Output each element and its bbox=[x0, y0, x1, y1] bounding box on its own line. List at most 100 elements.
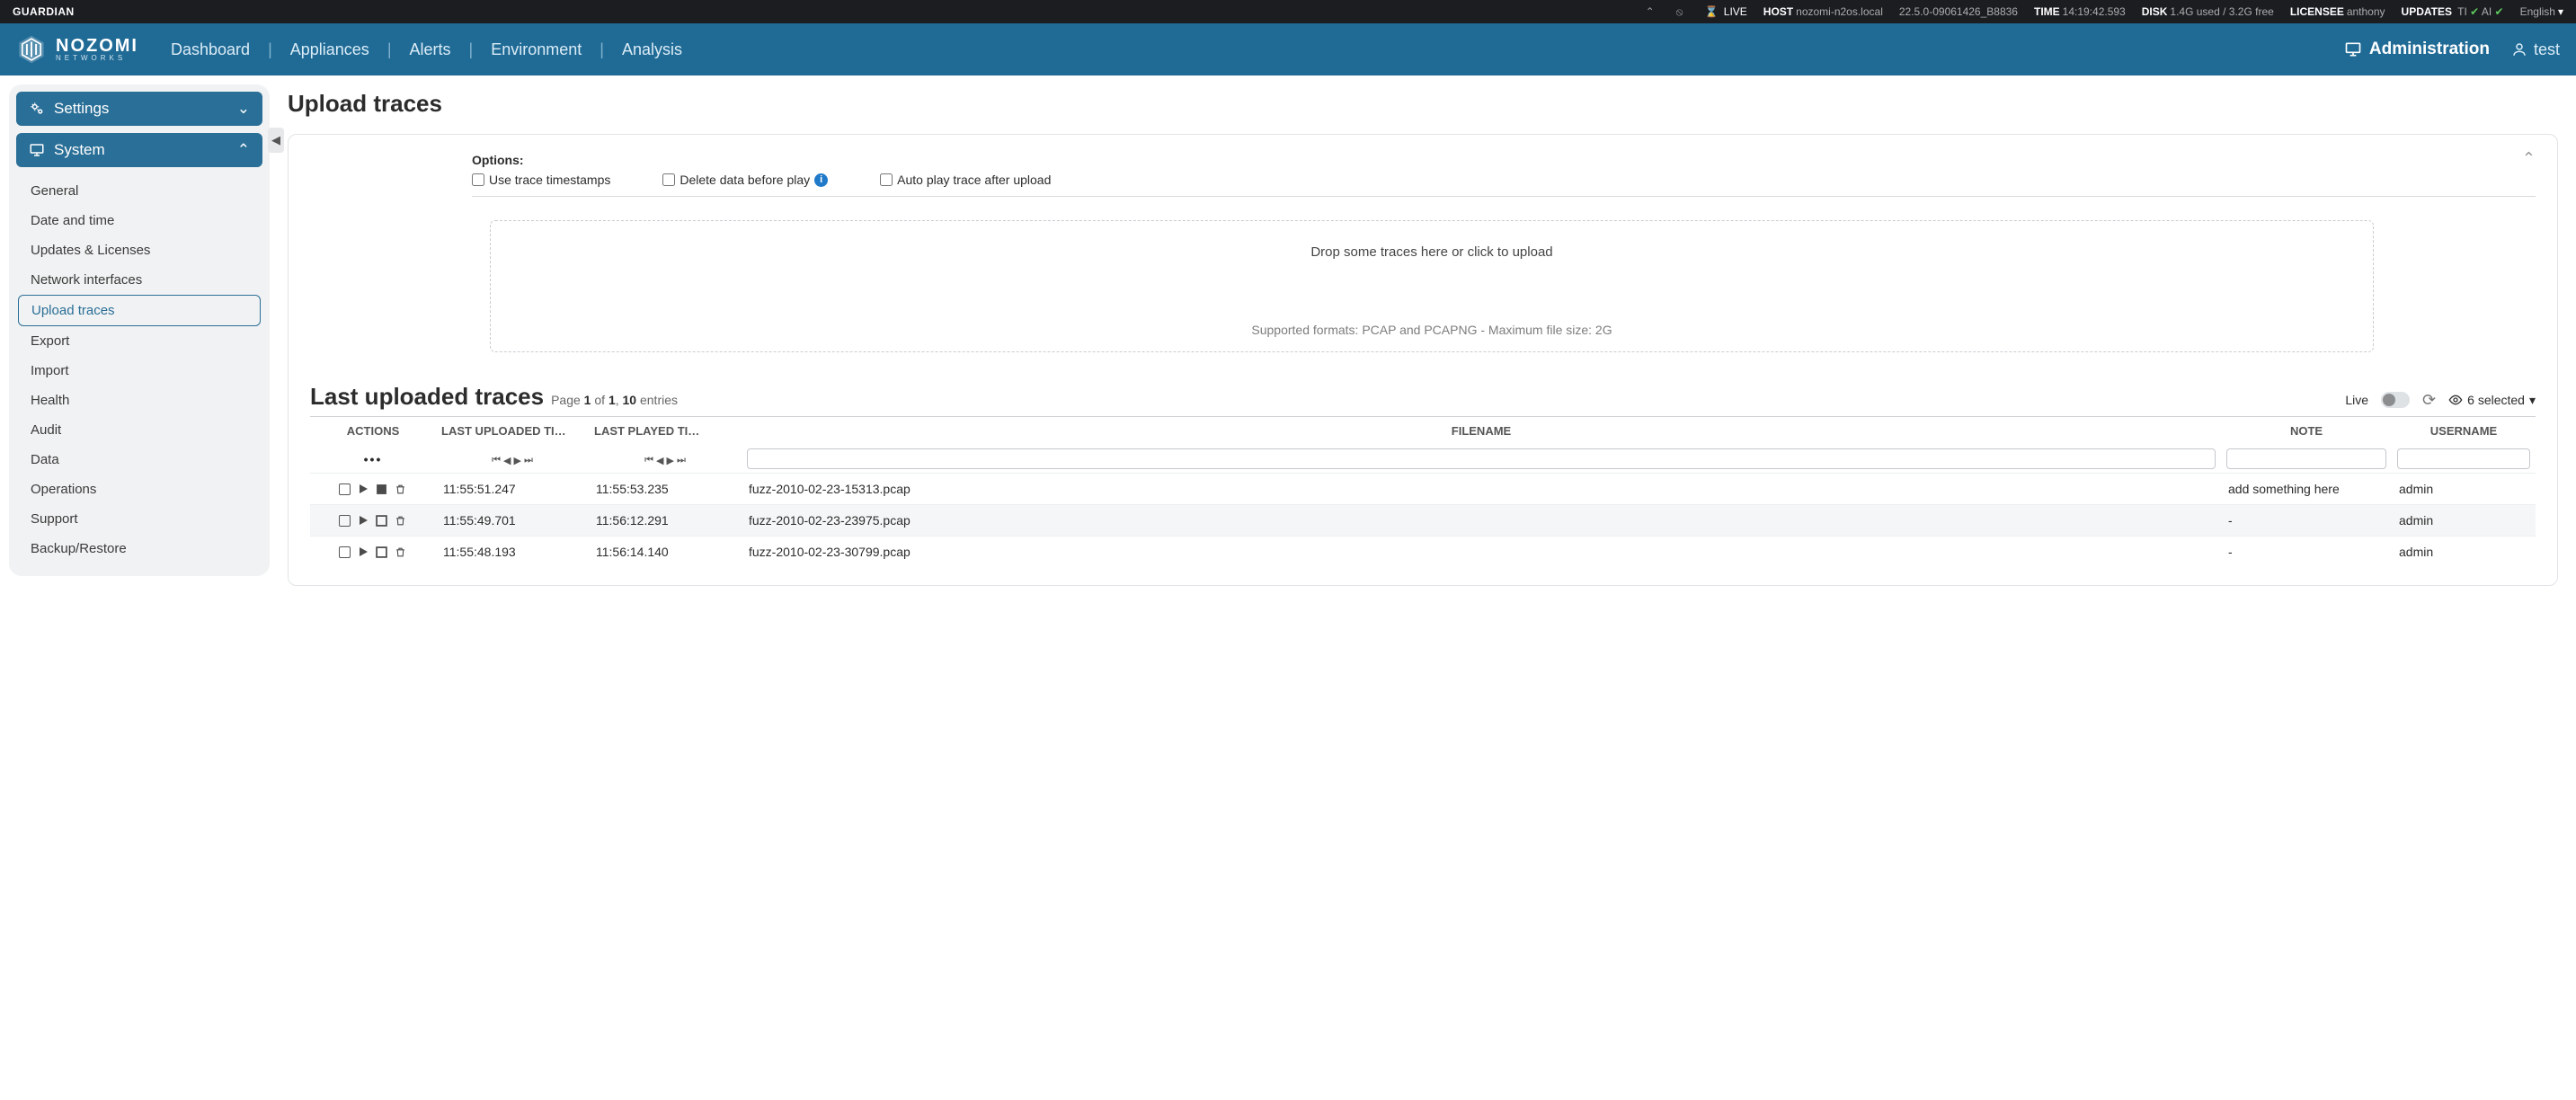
table-row: 11:55:49.70111:56:12.291fuzz-2010-02-23-… bbox=[310, 505, 2536, 537]
play-icon[interactable] bbox=[356, 483, 369, 496]
caret-down-icon: ▾ bbox=[2529, 393, 2536, 408]
sort-controls[interactable]: ⏮◀▶⏭ bbox=[492, 455, 533, 466]
cell-username: admin bbox=[2392, 474, 2536, 505]
cell-filename: fuzz-2010-02-23-30799.pcap bbox=[742, 537, 2221, 568]
sidebar-item-support[interactable]: Support bbox=[18, 504, 261, 534]
disk-info: DISK1.4G used / 3.2G free bbox=[2142, 5, 2274, 18]
panel-collapse-icon[interactable]: ⌃ bbox=[2522, 149, 2536, 168]
row-checkbox[interactable] bbox=[339, 483, 351, 495]
caret-down-icon: ▾ bbox=[2558, 5, 2563, 18]
sidebar-item-network-interfaces[interactable]: Network interfaces bbox=[18, 265, 261, 295]
sidebar-item-audit[interactable]: Audit bbox=[18, 415, 261, 445]
sidebar-item-datetime[interactable]: Date and time bbox=[18, 206, 261, 235]
col-uploaded[interactable]: LAST UPLOADED TI… bbox=[436, 417, 589, 446]
filter-username-input[interactable] bbox=[2397, 448, 2530, 469]
opt-autoplay[interactable]: Auto play trace after upload bbox=[880, 173, 1051, 187]
cell-uploaded: 11:55:51.247 bbox=[436, 474, 589, 505]
filter-filename-input[interactable] bbox=[747, 448, 2216, 469]
sidebar-section-system[interactable]: System ⌃ bbox=[16, 133, 262, 167]
sidebar-item-import[interactable]: Import bbox=[18, 356, 261, 386]
sidebar-section-label: Settings bbox=[54, 100, 109, 118]
sidebar-item-health[interactable]: Health bbox=[18, 386, 261, 415]
filter-note-input[interactable] bbox=[2226, 448, 2386, 469]
play-icon[interactable] bbox=[356, 514, 369, 528]
column-selector[interactable]: 6 selected ▾ bbox=[2448, 393, 2536, 408]
row-checkbox[interactable] bbox=[339, 515, 351, 527]
nav-environment[interactable]: Environment bbox=[491, 40, 582, 59]
prev-icon: ◀ bbox=[656, 455, 663, 466]
actions-more-icon[interactable]: ••• bbox=[364, 452, 383, 466]
nav-alerts[interactable]: Alerts bbox=[410, 40, 451, 59]
col-played[interactable]: LAST PLAYED TI… bbox=[589, 417, 742, 446]
stop-icon[interactable] bbox=[375, 483, 388, 496]
traces-table: ACTIONS LAST UPLOADED TI… LAST PLAYED TI… bbox=[310, 416, 2536, 567]
host-info: HOSTnozomi-n2os.local bbox=[1763, 5, 1883, 18]
stop-outline-icon[interactable] bbox=[375, 546, 388, 559]
sidebar-section-label: System bbox=[54, 141, 105, 159]
live-toggle[interactable] bbox=[2381, 392, 2410, 408]
options-heading: Options: bbox=[472, 153, 2536, 167]
logo-subtitle: NETWORKS bbox=[56, 55, 138, 62]
refresh-icon[interactable]: ⟳ bbox=[2422, 391, 2436, 410]
cell-played: 11:56:14.140 bbox=[589, 537, 742, 568]
col-note[interactable]: NOTE bbox=[2221, 417, 2392, 446]
cell-played: 11:55:53.235 bbox=[589, 474, 742, 505]
row-checkbox[interactable] bbox=[339, 546, 351, 558]
sidebar-item-export[interactable]: Export bbox=[18, 326, 261, 356]
nav-dashboard[interactable]: Dashboard bbox=[171, 40, 250, 59]
check-icon: ✔ bbox=[2470, 5, 2479, 18]
upload-panel: ⌃ Options: Use trace timestamps Delete d… bbox=[288, 134, 2558, 586]
sort-controls[interactable]: ⏮◀▶⏭ bbox=[644, 455, 686, 466]
logo-title: NOZOMI bbox=[56, 37, 138, 55]
sidebar-item-operations[interactable]: Operations bbox=[18, 475, 261, 504]
opt-use-timestamps[interactable]: Use trace timestamps bbox=[472, 173, 610, 187]
product-name: GUARDIAN bbox=[13, 5, 75, 18]
arrow-up-icon[interactable]: ⌃ bbox=[1646, 5, 1655, 18]
main-nav: Dashboard | Appliances | Alerts | Enviro… bbox=[171, 40, 682, 59]
play-icon[interactable] bbox=[356, 546, 369, 559]
cell-username: admin bbox=[2392, 537, 2536, 568]
col-filename[interactable]: FILENAME bbox=[742, 417, 2221, 446]
content-area: Upload traces ⌃ Options: Use trace times… bbox=[280, 84, 2567, 604]
dropzone[interactable]: Drop some traces here or click to upload… bbox=[490, 220, 2374, 352]
info-icon[interactable]: i bbox=[814, 173, 828, 187]
nav-analysis[interactable]: Analysis bbox=[622, 40, 682, 59]
sidebar: ◀ Settings ⌄ System ⌃ General Date and t… bbox=[9, 84, 270, 576]
hourglass-icon: ⌛ bbox=[1704, 5, 1718, 18]
sidebar-item-updates-licenses[interactable]: Updates & Licenses bbox=[18, 235, 261, 265]
cell-uploaded: 11:55:49.701 bbox=[436, 505, 589, 537]
cell-note: add something here bbox=[2221, 474, 2392, 505]
col-actions[interactable]: ACTIONS bbox=[310, 417, 436, 446]
top-status-bar: GUARDIAN ⌃ ⦸ ⌛ LIVE HOSTnozomi-n2os.loca… bbox=[0, 0, 2576, 23]
stop-outline-icon[interactable] bbox=[375, 514, 388, 528]
sidebar-section-settings[interactable]: Settings ⌄ bbox=[16, 92, 262, 126]
last-icon: ⏭ bbox=[677, 455, 686, 466]
logo-mark-icon bbox=[16, 34, 47, 65]
dropzone-message: Drop some traces here or click to upload bbox=[509, 244, 2355, 260]
nav-appliances[interactable]: Appliances bbox=[290, 40, 369, 59]
eye-off-icon[interactable]: ⦸ bbox=[1676, 5, 1683, 19]
first-icon: ⏮ bbox=[492, 455, 501, 466]
next-icon: ▶ bbox=[667, 455, 674, 466]
administration-link[interactable]: Administration bbox=[2344, 40, 2490, 59]
cell-filename: fuzz-2010-02-23-23975.pcap bbox=[742, 505, 2221, 537]
opt-use-timestamps-checkbox[interactable] bbox=[472, 173, 484, 186]
sidebar-item-data[interactable]: Data bbox=[18, 445, 261, 475]
live-label: Live bbox=[2345, 393, 2368, 407]
opt-autoplay-checkbox[interactable] bbox=[880, 173, 893, 186]
sidebar-item-upload-traces[interactable]: Upload traces bbox=[18, 295, 261, 326]
language-selector[interactable]: English▾ bbox=[2520, 5, 2563, 18]
sidebar-item-backup-restore[interactable]: Backup/Restore bbox=[18, 534, 261, 563]
trash-icon[interactable] bbox=[394, 546, 407, 559]
cell-filename: fuzz-2010-02-23-15313.pcap bbox=[742, 474, 2221, 505]
user-menu[interactable]: test bbox=[2511, 40, 2560, 59]
logo[interactable]: NOZOMI NETWORKS bbox=[16, 34, 138, 65]
trash-icon[interactable] bbox=[394, 514, 407, 528]
pagination-info: Page 1 of 1, 10 entries bbox=[551, 393, 678, 407]
sidebar-item-general[interactable]: General bbox=[18, 176, 261, 206]
col-username[interactable]: USERNAME bbox=[2392, 417, 2536, 446]
sidebar-collapse-button[interactable]: ◀ bbox=[268, 128, 284, 153]
opt-delete-before-play[interactable]: Delete data before play i bbox=[662, 173, 828, 187]
opt-delete-checkbox[interactable] bbox=[662, 173, 675, 186]
trash-icon[interactable] bbox=[394, 483, 407, 496]
